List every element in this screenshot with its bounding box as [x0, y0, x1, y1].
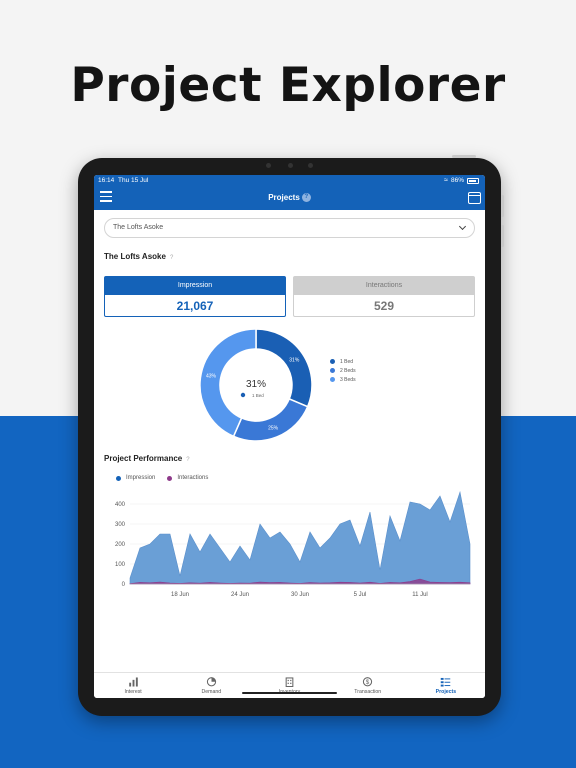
tab-inventory[interactable]: Inventory	[250, 673, 328, 698]
app-screen: 16:14 Thu 15 Jul ≈ 86% Projects? The Lof…	[94, 175, 485, 698]
donut-center-dot	[240, 392, 246, 398]
legend-label: 2 Beds	[340, 367, 356, 374]
x-tick-label: 24 Jun	[231, 592, 249, 598]
bar-chart-icon	[128, 676, 138, 687]
donut-center-label: 1 Bed	[252, 393, 264, 398]
impression-value: 21,067	[176, 299, 214, 313]
donut-slice-label: 31%	[289, 358, 300, 364]
camera-dot	[288, 163, 293, 168]
camera-dot	[308, 163, 313, 168]
project-title: The Lofts Asoke?	[104, 252, 173, 261]
legend-dot	[330, 377, 335, 382]
legend-dot	[330, 368, 335, 373]
tab-label: Transaction	[354, 688, 382, 695]
performance-title-text: Project Performance	[104, 454, 183, 463]
dollar-icon: $	[363, 676, 373, 686]
pie-chart-icon	[206, 676, 216, 686]
donut-slice-label: 25%	[268, 426, 279, 432]
svg-text:$: $	[366, 678, 370, 685]
donut-legend: 1 Bed 2 Beds 3 Beds	[330, 357, 356, 384]
x-tick-label: 30 Jun	[291, 592, 309, 598]
legend-dot	[330, 359, 335, 364]
tab-transaction[interactable]: $ Transaction	[329, 673, 407, 698]
y-tick-label: 200	[115, 542, 126, 548]
legend-dot	[167, 475, 173, 481]
calendar-icon[interactable]	[468, 192, 481, 204]
unit-type-donut-chart: 31% 25% 43% 31% 1 Bed	[199, 328, 313, 442]
donut-center-value: 31%	[246, 379, 266, 390]
nav-bar: Projects?	[94, 188, 485, 210]
tab-interest[interactable]: Interest	[94, 673, 172, 698]
help-icon[interactable]: ?	[301, 193, 311, 203]
status-date: Thu 15 Jul	[118, 177, 149, 184]
y-tick-label: 400	[115, 502, 126, 508]
battery-percent: 86%	[450, 177, 464, 184]
performance-legend-item[interactable]: Interactions	[167, 475, 208, 481]
y-tick-label: 300	[115, 522, 126, 528]
status-bar: 16:14 Thu 15 Jul ≈ 86%	[94, 175, 485, 187]
page-headline: Project Explorer	[70, 58, 506, 113]
tablet-device: 16:14 Thu 15 Jul ≈ 86% Projects? The Lof…	[78, 158, 501, 716]
help-icon[interactable]: ?	[170, 255, 173, 261]
legend-label: 1 Bed	[340, 358, 354, 365]
y-tick-label: 0	[122, 582, 126, 588]
x-tick-label: 18 Jun	[171, 592, 189, 598]
tab-label: Projects	[435, 688, 457, 695]
impression-label: Impression	[105, 277, 285, 295]
volume-up-button	[501, 195, 504, 217]
x-tick-label: 5 Jul	[354, 592, 367, 598]
power-button	[452, 155, 476, 158]
camera-dot	[266, 163, 271, 168]
volume-down-button	[501, 225, 504, 247]
donut-slice-1-bed	[255, 328, 313, 408]
home-indicator	[242, 692, 337, 694]
performance-legend: Impression Interactions	[116, 475, 208, 481]
performance-area-chart: 400 300 200 100 0 18 Jun 24 Jun 30 Jun 5 Jul 11 J…	[115, 490, 471, 598]
performance-title: Project Performance?	[104, 454, 190, 463]
impression-card[interactable]: Impression 21,067	[104, 276, 286, 317]
list-icon	[441, 677, 451, 687]
tab-label: Demand	[201, 688, 222, 695]
project-select-value: The Lofts Asoke	[113, 224, 164, 231]
series-area-impression	[129, 490, 471, 585]
nav-title-text: Projects	[268, 193, 300, 202]
x-tick-label: 11 Jul	[412, 592, 428, 598]
y-tick-label: 100	[115, 562, 126, 568]
legend-label: Impression	[126, 475, 156, 481]
interactions-card[interactable]: Interactions 529	[293, 276, 475, 317]
legend-dot	[116, 475, 121, 481]
status-right: ≈ 86%	[444, 177, 479, 184]
tab-demand[interactable]: Demand	[172, 673, 250, 698]
building-icon	[285, 676, 294, 687]
project-title-text: The Lofts Asoke	[104, 252, 166, 261]
donut-slice-label: 43%	[206, 374, 217, 380]
project-select[interactable]: The Lofts Asoke	[104, 218, 475, 238]
chevron-down-icon	[458, 222, 467, 231]
donut-legend-item: 2 Beds	[330, 366, 356, 375]
legend-label: 3 Beds	[340, 376, 356, 383]
tab-bar: Interest Demand Inventory $ Transaction Proje…	[94, 672, 485, 698]
interactions-label: Interactions	[294, 277, 474, 295]
donut-slice-2-beds	[232, 397, 309, 442]
tab-projects[interactable]: Projects	[407, 673, 485, 698]
status-time: 16:14	[98, 177, 115, 184]
nav-title: Projects?	[94, 193, 485, 203]
legend-label: Interactions	[177, 475, 209, 481]
wifi-icon: ≈	[444, 177, 448, 184]
donut-legend-item: 3 Beds	[330, 375, 356, 384]
interactions-value: 529	[373, 299, 395, 313]
battery-icon	[467, 177, 479, 184]
performance-legend-item[interactable]: Impression	[116, 475, 155, 481]
donut-legend-item: 1 Bed	[330, 357, 356, 366]
help-icon[interactable]: ?	[186, 457, 189, 463]
app-header: 16:14 Thu 15 Jul ≈ 86% Projects?	[94, 175, 485, 210]
tab-label: Interest	[124, 688, 142, 695]
